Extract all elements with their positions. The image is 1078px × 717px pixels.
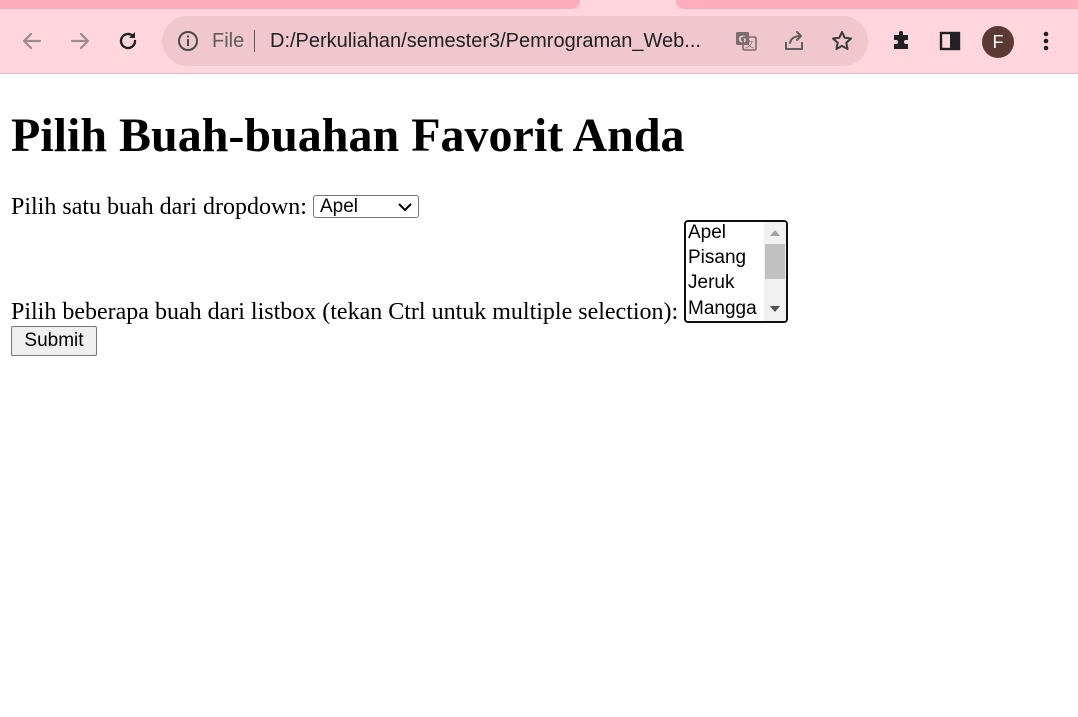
svg-text:文: 文	[745, 39, 754, 51]
browser-toolbar: File D:/Perkuliahan/semester3/Pemrograma…	[0, 9, 1078, 74]
address-url[interactable]: D:/Perkuliahan/semester3/Pemrograman_Web…	[270, 29, 715, 53]
extensions-button[interactable]	[884, 23, 920, 59]
page-title: Pilih Buah-buahan Favorit Anda	[11, 109, 685, 162]
scroll-up-arrow-icon[interactable]	[769, 228, 781, 238]
submit-button[interactable]: Submit	[11, 326, 97, 356]
reload-icon	[119, 32, 137, 50]
info-icon[interactable]	[176, 29, 200, 53]
menu-button[interactable]	[1028, 23, 1064, 59]
side-panel-button[interactable]	[932, 23, 968, 59]
listbox-option[interactable]: Pisang	[688, 245, 746, 270]
address-bar[interactable]: File D:/Perkuliahan/semester3/Pemrograma…	[162, 16, 868, 66]
address-scheme: File	[212, 30, 245, 52]
back-arrow-icon	[22, 32, 42, 50]
page-content: Pilih Buah-buahan Favorit Anda Pilih sat…	[0, 74, 1078, 717]
address-separator	[254, 30, 255, 52]
dropdown-selected-value: Apel	[320, 196, 359, 217]
listbox-option[interactable]: Mangga	[688, 296, 757, 321]
tab-strip	[0, 0, 1078, 9]
reload-button[interactable]	[110, 23, 146, 59]
scrollbar-thumb[interactable]	[765, 244, 785, 279]
listbox-option[interactable]: Apel	[688, 222, 726, 245]
scroll-down-arrow-icon[interactable]	[769, 304, 781, 314]
profile-avatar[interactable]: F	[982, 26, 1014, 58]
listbox-option[interactable]: Jeruk	[688, 270, 734, 295]
tab-inactive-left[interactable]	[0, 0, 580, 9]
back-button[interactable]	[14, 23, 50, 59]
chevron-down-icon	[398, 203, 412, 212]
tab-inactive-right[interactable]	[676, 0, 1078, 9]
share-icon[interactable]	[782, 29, 806, 53]
forward-button[interactable]	[62, 23, 98, 59]
fruit-dropdown[interactable]: Apel	[313, 195, 419, 218]
kebab-menu-icon	[1043, 31, 1049, 51]
listbox-scrollbar[interactable]	[764, 222, 786, 321]
translate-icon[interactable]: G文	[734, 29, 758, 53]
dropdown-label: Pilih satu buah dari dropdown:	[11, 194, 307, 220]
fruit-listbox[interactable]: Apel Pisang Jeruk Mangga	[684, 220, 788, 323]
tab-active[interactable]	[580, 0, 676, 9]
forward-arrow-icon	[70, 32, 90, 50]
bookmark-star-icon[interactable]	[830, 29, 854, 53]
extensions-puzzle-icon	[894, 31, 908, 49]
listbox-label: Pilih beberapa buah dari listbox (tekan …	[11, 299, 679, 325]
side-panel-icon	[939, 31, 961, 51]
